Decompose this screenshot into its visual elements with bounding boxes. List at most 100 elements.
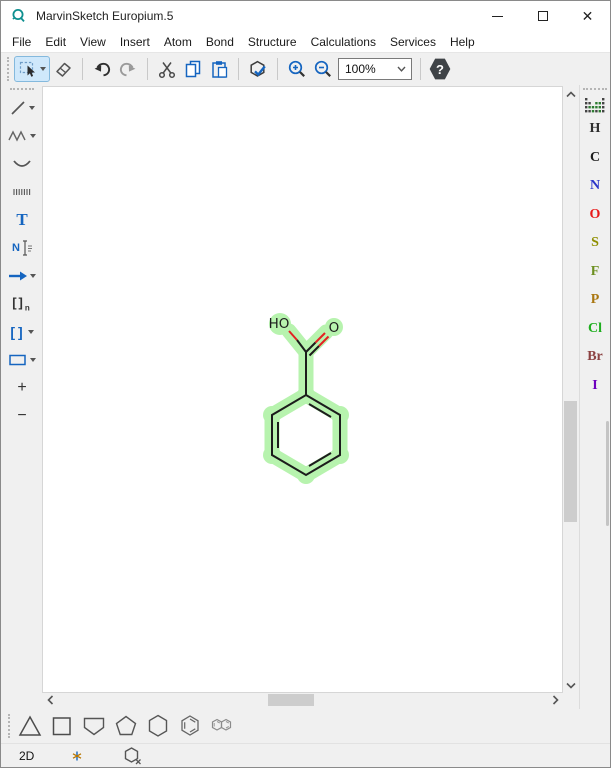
toolbar-separator (277, 58, 278, 80)
template-benzene-button[interactable] (175, 711, 205, 741)
naphthalene-icon (209, 715, 235, 737)
element-palette: H C N O S F P Cl Br I (579, 85, 610, 709)
scroll-right-button[interactable] (548, 693, 562, 707)
reaction-arrow-tool-button[interactable] (3, 262, 41, 290)
rectangle-tool-dropdown-icon (30, 358, 36, 362)
minimize-button[interactable] (475, 1, 520, 31)
paste-button[interactable] (206, 56, 232, 82)
maximize-button[interactable] (520, 1, 565, 31)
menu-file[interactable]: File (5, 32, 38, 52)
element-cl-button[interactable]: Cl (580, 315, 610, 344)
molecule-benzoic-acid[interactable]: HO O (43, 87, 562, 692)
benzene-ring-icon (177, 713, 203, 739)
element-f-button[interactable]: F (580, 258, 610, 287)
single-bond-icon (9, 99, 27, 117)
horizontal-scroll-thumb[interactable] (268, 694, 314, 706)
minus-icon: − (17, 407, 26, 425)
cut-icon (157, 59, 177, 79)
name-tool-n-glyph: N (12, 242, 20, 254)
selection-tool-button[interactable] (14, 56, 50, 82)
copy-icon (183, 59, 203, 79)
template-cyclopropane-button[interactable] (15, 711, 45, 741)
chain-tool-button[interactable] (3, 122, 41, 150)
left-tool-palette: T N []n [] (1, 85, 43, 709)
template-naphthalene-button[interactable] (207, 711, 237, 741)
repeating-group-tool-button[interactable]: []n (3, 290, 41, 318)
structure-checker-status[interactable] (122, 746, 144, 766)
element-i-button[interactable]: I (580, 372, 610, 401)
eraser-icon (53, 59, 73, 79)
element-f-label: F (591, 264, 600, 280)
periodic-table-button[interactable] (585, 98, 605, 113)
canvas-vertical-scrollbar[interactable] (563, 87, 578, 692)
scroll-up-button[interactable] (563, 87, 578, 101)
cut-button[interactable] (154, 56, 180, 82)
template-cyclobutane-button[interactable] (47, 711, 77, 741)
toolbar-grip[interactable] (7, 57, 11, 81)
menu-services[interactable]: Services (383, 32, 443, 52)
element-o-button[interactable]: O (580, 201, 610, 230)
dimension-indicator[interactable]: 2D (19, 749, 34, 763)
canvas-horizontal-scrollbar[interactable] (43, 693, 562, 707)
template-toolbar-grip[interactable] (8, 714, 12, 738)
help-button[interactable]: ? (429, 58, 451, 80)
template-cyclopentane-button[interactable] (111, 711, 141, 741)
carbonyl-oxygen-label: O (329, 320, 340, 336)
bracket-tool-button[interactable]: [] (3, 318, 41, 346)
name-import-tool-button[interactable]: N (3, 234, 41, 262)
toolbar-separator (420, 58, 421, 80)
menu-help[interactable]: Help (443, 32, 482, 52)
element-br-button[interactable]: Br (580, 343, 610, 372)
scroll-down-button[interactable] (563, 678, 578, 692)
multicenter-tool-button[interactable] (3, 178, 41, 206)
template-cyclohexane-button[interactable] (143, 711, 173, 741)
increase-charge-button[interactable]: + (3, 374, 41, 402)
left-palette-grip[interactable] (10, 88, 34, 92)
element-h-button[interactable]: H (580, 115, 610, 144)
zoom-level-select[interactable]: 100% (338, 58, 412, 80)
template-shield-ring-button[interactable] (79, 711, 109, 741)
scroll-left-button[interactable] (43, 693, 57, 707)
element-s-button[interactable]: S (580, 229, 610, 258)
dashed-marks-icon (12, 187, 32, 197)
drawing-canvas[interactable]: HO O (43, 87, 562, 692)
menu-atom[interactable]: Atom (157, 32, 199, 52)
menu-bond[interactable]: Bond (199, 32, 241, 52)
menu-structure[interactable]: Structure (241, 32, 304, 52)
zoom-level-value: 100% (345, 62, 376, 76)
rectangle-graphics-tool-button[interactable] (3, 346, 41, 374)
zoom-out-button[interactable] (310, 56, 336, 82)
menu-calculations[interactable]: Calculations (304, 32, 383, 52)
structure-check-button[interactable] (245, 56, 271, 82)
redo-button[interactable] (115, 56, 141, 82)
element-n-button[interactable]: N (580, 172, 610, 201)
arc-tool-button[interactable] (3, 150, 41, 178)
undo-button[interactable] (89, 56, 115, 82)
window-title: MarvinSketch Europium.5 (36, 9, 475, 23)
element-p-button[interactable]: P (580, 286, 610, 315)
close-button[interactable]: ✕ (565, 1, 610, 31)
vertical-scroll-thumb[interactable] (564, 401, 577, 522)
periodic-table-icon (585, 98, 605, 113)
element-c-button[interactable]: C (580, 144, 610, 173)
template-toolbar (1, 709, 610, 743)
checker-disabled-icon (122, 746, 144, 766)
element-h-label: H (590, 121, 601, 137)
structure-check-icon (248, 59, 269, 80)
menu-view[interactable]: View (73, 32, 113, 52)
zoom-in-button[interactable] (284, 56, 310, 82)
element-palette-scroll-thumb[interactable] (606, 421, 609, 526)
zoom-out-icon (313, 59, 333, 79)
text-tool-button[interactable]: T (3, 206, 41, 234)
modified-indicator[interactable] (72, 751, 82, 761)
plus-icon: + (17, 379, 26, 397)
eraser-button[interactable] (50, 56, 76, 82)
menu-insert[interactable]: Insert (113, 32, 157, 52)
element-palette-grip[interactable] (583, 88, 607, 92)
menu-edit[interactable]: Edit (38, 32, 73, 52)
decrease-charge-button[interactable]: − (3, 402, 41, 430)
title-bar: MarvinSketch Europium.5 ✕ (1, 1, 610, 31)
bond-tool-button[interactable] (3, 94, 41, 122)
hydroxyl-label: HO (269, 316, 290, 332)
copy-button[interactable] (180, 56, 206, 82)
